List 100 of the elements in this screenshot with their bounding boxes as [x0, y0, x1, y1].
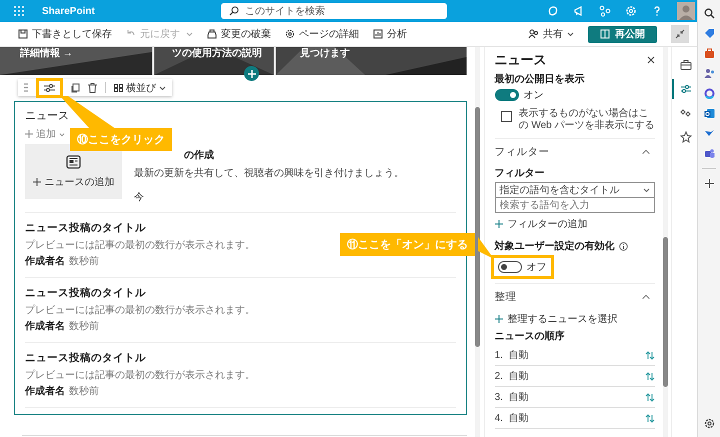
- add-section-button[interactable]: [244, 66, 259, 81]
- chart-icon: [373, 29, 383, 39]
- plus-icon: [494, 315, 503, 323]
- delete-icon[interactable]: [88, 82, 97, 92]
- close-icon[interactable]: [647, 56, 655, 64]
- post-preview: プレビューには記事の最初の数行が表示されます。: [25, 304, 255, 317]
- post-author: 作成者名: [25, 384, 65, 398]
- field-label: ニュースの順序: [494, 329, 566, 343]
- scrollbar[interactable]: [474, 47, 480, 437]
- plus-icon[interactable]: [704, 178, 714, 189]
- plus-icon: [25, 130, 33, 138]
- post-title[interactable]: ニュース投稿のタイトル: [25, 351, 146, 365]
- filter-dropdown[interactable]: 指定の語句を含むタイトル: [494, 182, 655, 198]
- drag-handle-icon[interactable]: [24, 83, 28, 92]
- people-icon: [528, 29, 539, 39]
- hero-tile-title[interactable]: ツの使用方法の説明: [150, 47, 270, 75]
- post-title: の作成: [184, 148, 214, 162]
- app-launcher-icon[interactable]: [14, 6, 24, 16]
- sliders-icon[interactable]: [44, 82, 55, 92]
- reorder-icon[interactable]: [645, 414, 655, 422]
- order-label: 自動: [508, 370, 530, 383]
- share-nodes-icon[interactable]: [599, 5, 611, 17]
- toggle-switch[interactable]: [498, 261, 522, 273]
- ring-icon[interactable]: [704, 88, 714, 99]
- order-label: 自動: [508, 391, 530, 404]
- search-field[interactable]: このサイトを検索: [220, 3, 447, 19]
- command-button[interactable]: ページの詳細: [285, 27, 359, 41]
- discard-icon: [207, 29, 217, 39]
- checkbox-label: 表示するものがない場合はこの Web パーツを非表示にする: [518, 108, 655, 132]
- post-title[interactable]: ニュース投稿のタイトル: [25, 286, 146, 300]
- callout-label: ⑪ここを「オン」にする: [340, 233, 475, 256]
- sliders-icon: [680, 83, 692, 95]
- callout-label: ⑩ここをクリック: [70, 128, 172, 151]
- field-label: フィルター: [494, 167, 546, 180]
- toggle-switch[interactable]: [494, 89, 519, 101]
- toolbox-icon[interactable]: [704, 48, 714, 59]
- post-preview: プレビューには記事の最初の数行が表示されます。: [25, 238, 255, 252]
- post-time: 数秒前: [69, 384, 99, 398]
- share-button[interactable]: 共有: [528, 27, 574, 41]
- caret-icon: [59, 132, 65, 136]
- grid-icon: [114, 84, 123, 92]
- floppy-icon: [18, 29, 28, 39]
- add-news-label: ニュースの追加: [32, 174, 114, 188]
- caret-icon: [643, 187, 650, 193]
- post-time: 今: [134, 191, 144, 204]
- post-time: 数秒前: [69, 320, 99, 333]
- add-button[interactable]: 追加: [25, 127, 65, 141]
- add-news-tile[interactable]: ニュースの追加: [25, 144, 122, 199]
- command-button[interactable]: 下書きとして保存: [18, 27, 112, 41]
- field-label: 最初の公開日を表示: [494, 72, 586, 86]
- post-title[interactable]: ニュース投稿のタイトル: [25, 221, 146, 235]
- collapse-icon: [675, 29, 685, 39]
- section-header[interactable]: 整理: [494, 284, 655, 308]
- post-time: 数秒前: [69, 254, 99, 268]
- reorder-icon[interactable]: [645, 372, 655, 380]
- section-header[interactable]: フィルター: [494, 139, 655, 163]
- copy-icon[interactable]: [71, 82, 80, 92]
- book-icon: [600, 29, 610, 39]
- command-button[interactable]: 分析: [373, 27, 407, 41]
- hero-tile-title[interactable]: 見つけます: [270, 47, 350, 75]
- mail-app-icon[interactable]: [704, 108, 714, 119]
- pane-title: ニュース: [494, 51, 547, 69]
- info-icon[interactable]: [618, 242, 628, 250]
- checkbox[interactable]: [500, 111, 512, 122]
- gear-icon: [285, 29, 295, 39]
- search-icon[interactable]: [704, 8, 714, 19]
- reorder-icon[interactable]: [645, 350, 655, 360]
- scrollbar[interactable]: [663, 47, 668, 437]
- toggle-state: オン: [524, 89, 544, 102]
- plus-icon: [248, 70, 256, 78]
- field-label: 対象ユーザー設定の有効化: [494, 239, 615, 253]
- layout-dropdown[interactable]: 横並び: [114, 80, 166, 94]
- command-button[interactable]: 変更の破棄: [207, 27, 271, 41]
- select-news-button[interactable]: 整理するニュースを選択: [494, 312, 618, 326]
- settings-icon[interactable]: [704, 418, 714, 429]
- add-filter-button[interactable]: フィルターの追加: [494, 217, 588, 231]
- star-icon: [680, 131, 692, 143]
- webpart-title: ニュース: [25, 109, 69, 123]
- reorder-icon[interactable]: [645, 392, 655, 402]
- order-number: 2.: [494, 370, 504, 382]
- diamonds-icon: [680, 107, 692, 119]
- republish-button[interactable]: 再公開: [588, 26, 657, 42]
- search-term-field[interactable]: 検索する語句を入力: [494, 198, 655, 213]
- post-preview: プレビューには記事の最初の数行が表示されます。: [25, 368, 255, 382]
- plus-icon: [494, 220, 503, 228]
- app-name: SharePoint: [42, 6, 95, 16]
- toggle-state: オフ: [526, 261, 547, 274]
- people-icon[interactable]: [704, 68, 714, 79]
- team-icon[interactable]: [704, 148, 714, 159]
- plus-icon: [32, 178, 40, 186]
- post-author: 作成者名: [25, 320, 65, 333]
- order-label: 自動: [508, 412, 530, 425]
- collapse-button[interactable]: [671, 25, 689, 43]
- post-author: 作成者名: [25, 254, 65, 268]
- order-number: 4.: [494, 412, 504, 424]
- post-description: 最新の更新を共有して、視聴者の興味を引き付けましょう。: [134, 166, 404, 180]
- newspaper-icon: [66, 154, 82, 168]
- order-label: 自動: [508, 349, 530, 362]
- search-icon: [228, 6, 239, 16]
- tag-icon[interactable]: [704, 28, 714, 39]
